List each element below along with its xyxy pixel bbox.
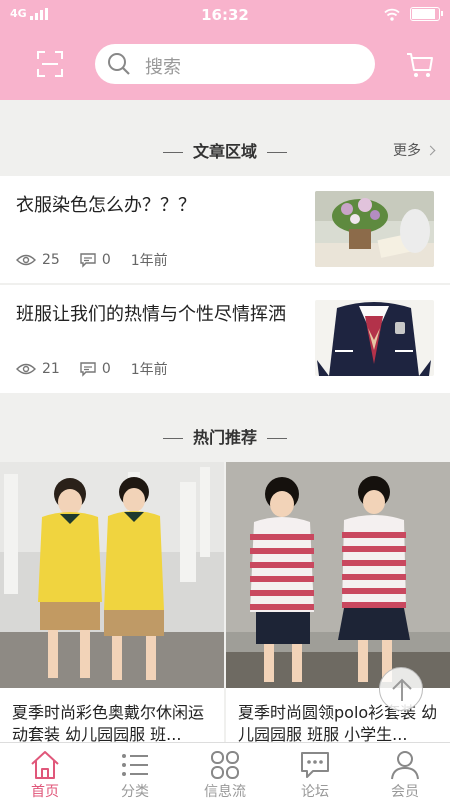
comment-icon xyxy=(80,361,96,377)
tab-home[interactable]: 首页 xyxy=(0,743,90,800)
post-time: 1年前 xyxy=(130,253,168,269)
article-title: 衣服染色怎么办？？？ xyxy=(16,195,196,216)
articles-section-header: 文章区域 更多 xyxy=(0,128,450,168)
article-meta: 21 0 1年前 xyxy=(16,359,188,379)
articles-section-title: 文章区域 xyxy=(0,138,450,162)
article-thumbnail xyxy=(315,191,434,267)
cart-icon[interactable] xyxy=(406,52,434,78)
post-time: 1年前 xyxy=(130,362,168,378)
tab-forum[interactable]: 论坛 xyxy=(270,743,360,800)
user-icon xyxy=(391,751,419,780)
back-to-top-button[interactable] xyxy=(379,667,423,711)
list-icon xyxy=(122,754,148,776)
search-placeholder: 搜索 xyxy=(145,57,181,78)
status-time: 16:32 xyxy=(201,6,249,24)
article-title: 班服让我们的热情与个性尽情挥洒 xyxy=(16,304,286,325)
tab-label: 会员 xyxy=(391,784,419,800)
article-meta: 25 0 1年前 xyxy=(16,250,188,270)
view-count: 21 xyxy=(16,361,60,377)
battery-icon xyxy=(410,7,443,21)
comment-count: 0 xyxy=(80,252,111,268)
search-input[interactable]: 搜索 xyxy=(95,44,375,84)
status-bar: 4G 16:32 xyxy=(0,0,450,30)
view-count: 25 xyxy=(16,252,60,268)
article-item[interactable]: 衣服染色怎么办？？？ 25 0 1年前 xyxy=(0,176,450,283)
chevron-right-icon xyxy=(425,145,436,156)
tab-feed[interactable]: 信息流 xyxy=(180,743,270,800)
tab-label: 论坛 xyxy=(301,784,329,800)
product-card[interactable]: 夏季时尚彩色奥戴尔休闲运动套装 幼儿园园服 班... xyxy=(0,462,224,750)
app-header: 4G 16:32 搜索 xyxy=(0,0,450,100)
hot-section-title: 热门推荐 xyxy=(0,424,450,448)
tab-label: 信息流 xyxy=(204,784,246,800)
tab-category[interactable]: 分类 xyxy=(90,743,180,800)
product-image xyxy=(0,462,224,688)
eye-icon xyxy=(16,363,36,375)
bottom-tab-bar: 首页 分类 信息流 论坛 会员 xyxy=(0,742,450,800)
chat-icon xyxy=(301,752,329,778)
wifi-icon xyxy=(384,8,400,21)
home-icon xyxy=(31,751,59,779)
comment-count: 0 xyxy=(80,361,111,377)
search-icon xyxy=(108,53,130,75)
scan-icon[interactable] xyxy=(36,50,64,78)
arrow-up-icon xyxy=(392,678,412,701)
eye-icon xyxy=(16,254,36,266)
article-item[interactable]: 班服让我们的热情与个性尽情挥洒 21 0 1年前 xyxy=(0,285,450,393)
tab-label: 分类 xyxy=(121,784,149,800)
status-right xyxy=(384,7,443,21)
grid-icon xyxy=(211,751,239,779)
product-image xyxy=(226,462,450,688)
article-thumbnail xyxy=(315,300,434,376)
comment-icon xyxy=(80,252,96,268)
hot-section-header: 热门推荐 xyxy=(0,414,450,454)
product-name: 夏季时尚彩色奥戴尔休闲运动套装 幼儿园园服 班... xyxy=(12,703,205,744)
tab-label: 首页 xyxy=(31,784,59,800)
tab-member[interactable]: 会员 xyxy=(360,743,450,800)
more-link[interactable]: 更多 xyxy=(393,140,436,160)
